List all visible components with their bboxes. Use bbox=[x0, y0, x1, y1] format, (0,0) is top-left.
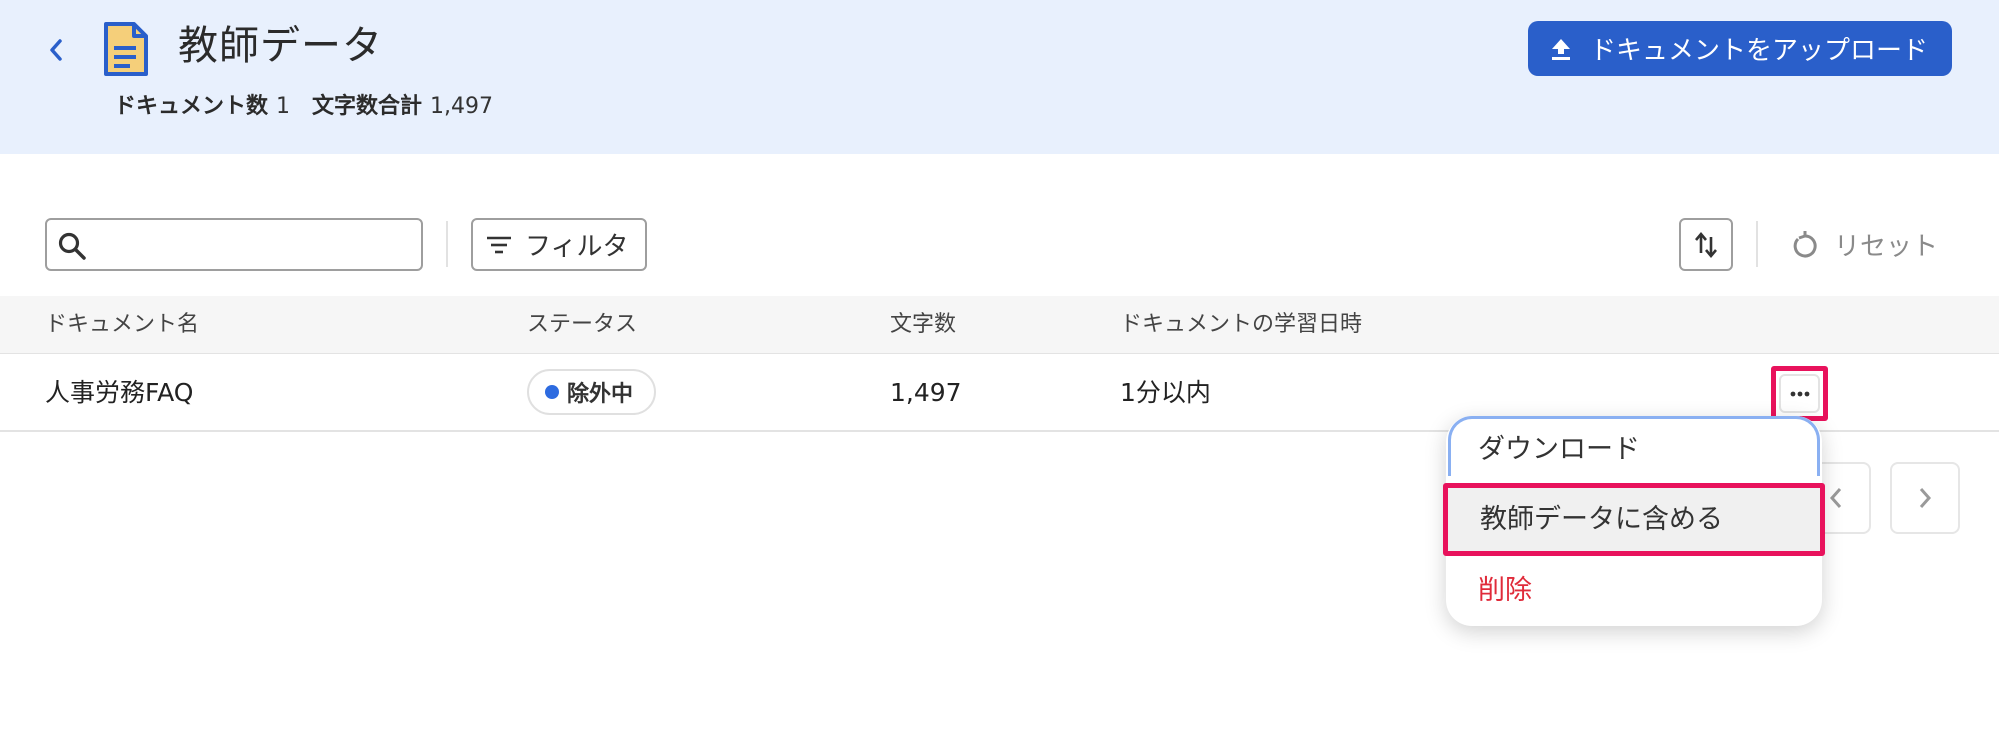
menu-item-download[interactable]: ダウンロード bbox=[1446, 419, 1822, 481]
more-icon bbox=[1779, 374, 1820, 413]
chars-total-label: 文字数合計 bbox=[312, 94, 423, 119]
menu-item-delete[interactable]: 削除 bbox=[1446, 560, 1822, 622]
column-header-name[interactable]: ドキュメント名 bbox=[45, 310, 199, 340]
document-chars: 1,497 bbox=[890, 378, 962, 407]
status-badge: 除外中 bbox=[527, 369, 656, 415]
status-dot-icon bbox=[545, 385, 559, 399]
upload-icon bbox=[1552, 38, 1570, 60]
document-name[interactable]: 人事労務FAQ bbox=[45, 375, 193, 411]
app-root: 教師データ ドキュメント数 1 文字数合計 1,497 ドキュメントをアップロー… bbox=[0, 0, 1999, 746]
reset-icon bbox=[1793, 230, 1817, 257]
filter-icon bbox=[487, 236, 511, 253]
chevron-left-icon bbox=[1829, 488, 1842, 508]
document-icon bbox=[104, 22, 148, 76]
page-title: 教師データ bbox=[178, 23, 383, 69]
back-button[interactable] bbox=[40, 30, 72, 70]
more-actions-button[interactable] bbox=[1771, 366, 1828, 421]
column-header-chars[interactable]: 文字数 bbox=[890, 310, 956, 340]
search-field[interactable] bbox=[45, 218, 423, 271]
menu-item-include-training[interactable]: 教師データに含める bbox=[1443, 483, 1825, 556]
next-page-button[interactable] bbox=[1890, 462, 1960, 534]
upload-button-label: ドキュメントをアップロード bbox=[1590, 36, 1929, 66]
upload-document-button[interactable]: ドキュメントをアップロード bbox=[1528, 21, 1952, 76]
chevron-right-icon bbox=[1919, 488, 1932, 508]
search-input[interactable] bbox=[97, 226, 407, 264]
chars-total-value: 1,497 bbox=[430, 94, 494, 119]
toolbar-divider bbox=[1756, 221, 1758, 267]
document-learned-at: 1分以内 bbox=[1120, 378, 1211, 407]
table-header: ドキュメント名 ステータス 文字数 ドキュメントの学習日時 bbox=[0, 296, 1999, 354]
filter-button-label: フィルタ bbox=[525, 232, 629, 262]
reset-button[interactable]: リセット bbox=[1790, 218, 1960, 271]
sort-button[interactable] bbox=[1679, 218, 1733, 271]
documents-count-label: ドキュメント数 bbox=[114, 94, 269, 119]
document-stats: ドキュメント数 1 文字数合計 1,497 bbox=[114, 90, 507, 124]
filter-button[interactable]: フィルタ bbox=[471, 218, 647, 271]
column-header-status[interactable]: ステータス bbox=[527, 310, 637, 340]
page-header: 教師データ ドキュメント数 1 文字数合計 1,497 ドキュメントをアップロー… bbox=[0, 0, 1999, 154]
toolbar-divider bbox=[446, 221, 448, 267]
search-icon bbox=[58, 232, 86, 260]
reset-button-label: リセット bbox=[1834, 232, 1939, 262]
column-header-learned-at[interactable]: ドキュメントの学習日時 bbox=[1120, 310, 1362, 340]
documents-count-value: 1 bbox=[276, 94, 291, 119]
chevron-left-icon bbox=[50, 39, 62, 61]
status-label: 除外中 bbox=[567, 382, 634, 407]
sort-icon bbox=[1695, 231, 1717, 258]
